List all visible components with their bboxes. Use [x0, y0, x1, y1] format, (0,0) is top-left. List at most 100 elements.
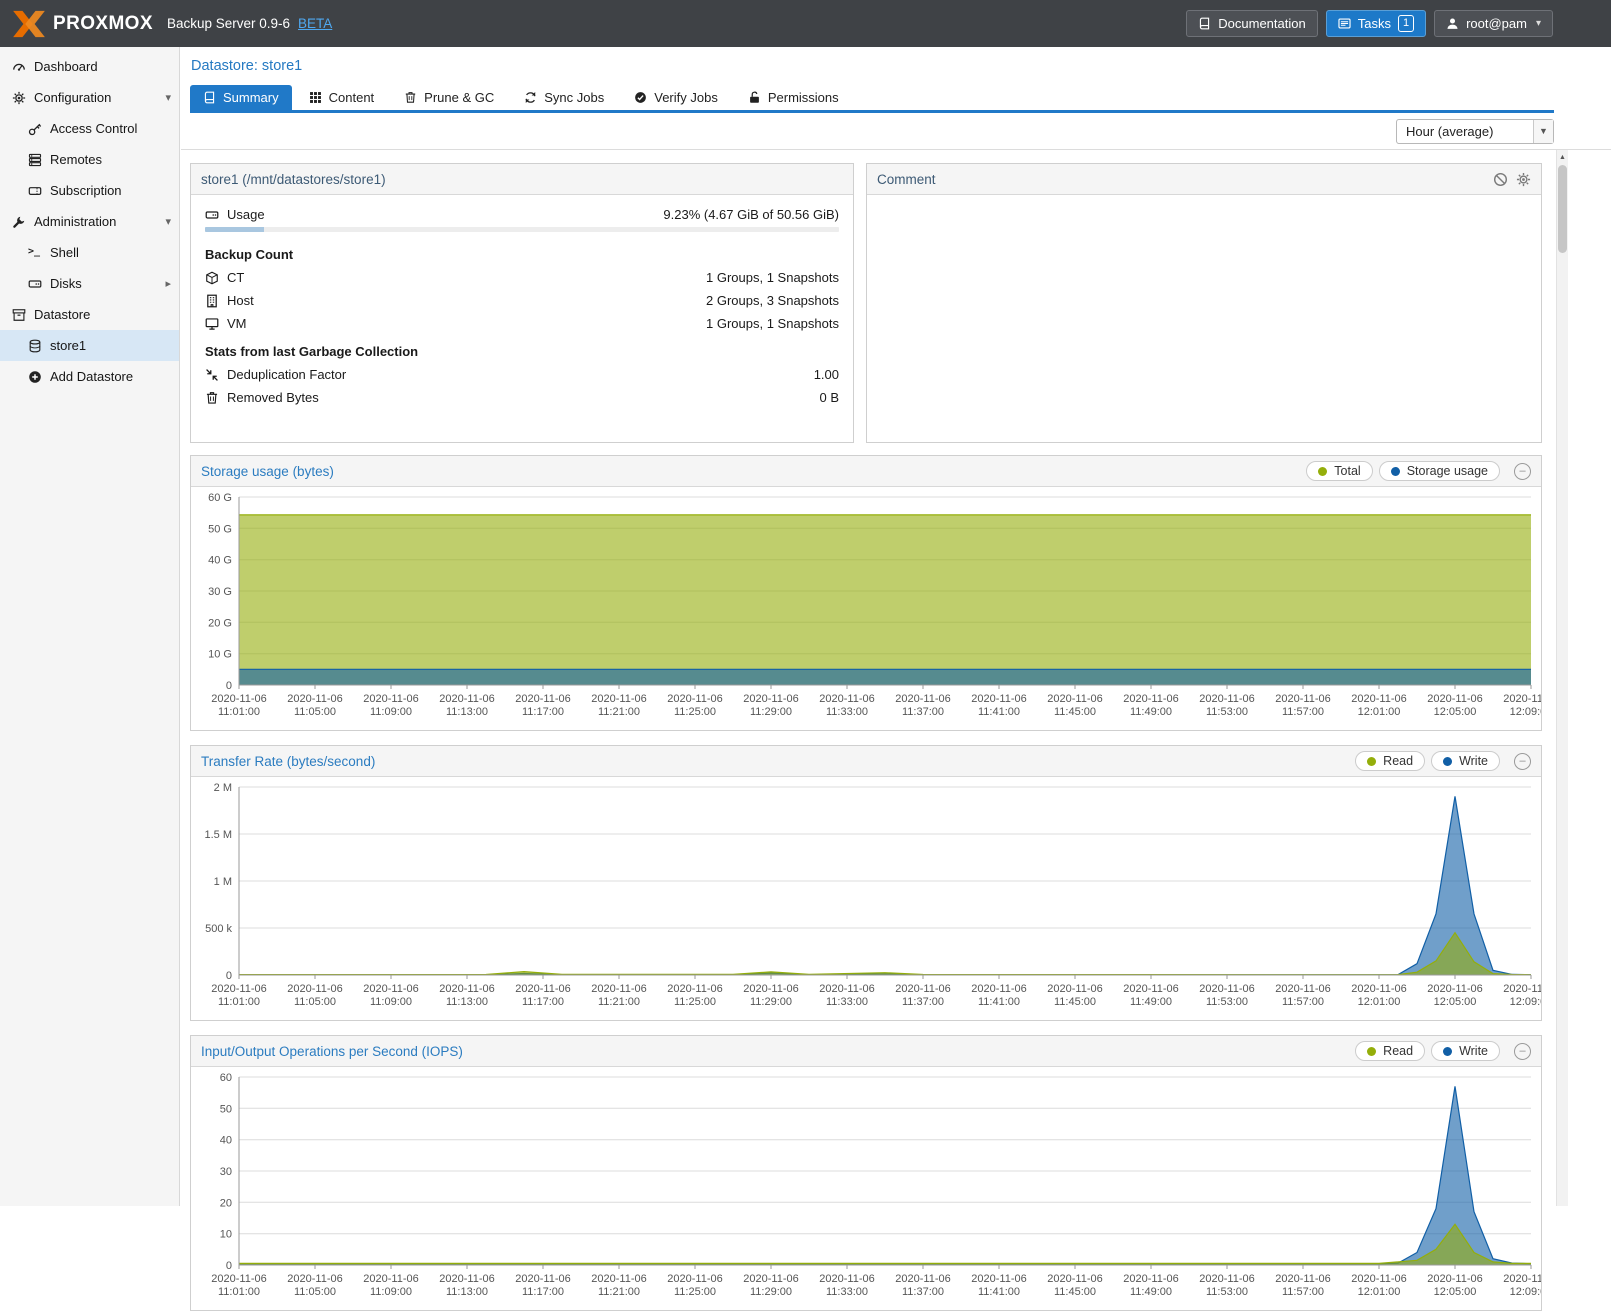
svg-text:30 G: 30 G	[208, 586, 232, 598]
vertical-scrollbar[interactable]: ▲	[1556, 150, 1568, 1206]
sidebar-item-subscription[interactable]: Subscription	[0, 175, 179, 206]
svg-text:11:25:00: 11:25:00	[674, 1286, 716, 1298]
sidebar-item-disks[interactable]: Disks ▸	[0, 268, 179, 299]
svg-text:11:01:00: 11:01:00	[218, 1286, 260, 1298]
gear-icon	[12, 91, 26, 105]
svg-text:2020-11-06: 2020-11-06	[287, 983, 342, 995]
tab-label: Verify Jobs	[654, 90, 718, 105]
archive-icon	[12, 308, 26, 322]
svg-text:2020-11-06: 2020-11-06	[895, 983, 950, 995]
svg-text:2020-11-06: 2020-11-06	[743, 693, 798, 705]
gauge-icon	[12, 60, 26, 74]
svg-text:2020-11-06: 2020-11-06	[211, 693, 266, 705]
svg-text:2020-11-06: 2020-11-06	[1047, 983, 1102, 995]
svg-text:11:37:00: 11:37:00	[902, 706, 944, 718]
ticket-icon	[28, 184, 42, 198]
documentation-button[interactable]: Documentation	[1186, 10, 1317, 37]
legend-item-total[interactable]: Total	[1306, 461, 1372, 481]
panel-title: store1 (/mnt/datastores/store1)	[201, 172, 386, 187]
book-icon	[203, 91, 216, 104]
legend-item-write[interactable]: Write	[1431, 751, 1500, 771]
svg-text:11:01:00: 11:01:00	[218, 706, 260, 718]
svg-text:12:01:00: 12:01:00	[1358, 706, 1401, 718]
legend-label: Write	[1459, 1044, 1488, 1058]
user-label: root@pam	[1466, 16, 1527, 31]
legend-label: Storage usage	[1407, 464, 1488, 478]
collapse-icon[interactable]	[1514, 1043, 1531, 1060]
book-icon	[1198, 17, 1211, 30]
svg-text:2020-11-06: 2020-11-06	[1427, 983, 1482, 995]
svg-text:2020-11-06: 2020-11-06	[819, 693, 874, 705]
svg-text:11:29:00: 11:29:00	[750, 996, 792, 1008]
sidebar-item-label: Disks	[50, 276, 82, 291]
svg-text:2020-11-06: 2020-11-06	[211, 1273, 266, 1285]
building-icon	[205, 294, 219, 308]
sidebar-item-store1[interactable]: store1	[0, 330, 179, 361]
tab-summary[interactable]: Summary	[190, 85, 292, 110]
legend-item-read[interactable]: Read	[1355, 751, 1425, 771]
sidebar-item-remotes[interactable]: Remotes	[0, 144, 179, 175]
legend-dot	[1318, 467, 1327, 476]
tab-sync-jobs[interactable]: Sync Jobs	[511, 85, 617, 110]
trash-icon	[404, 91, 417, 104]
legend-item-write[interactable]: Write	[1431, 1041, 1500, 1061]
gc-value: 0 B	[819, 390, 839, 405]
svg-text:2020-11-06: 2020-11-06	[667, 983, 722, 995]
svg-text:11:41:00: 11:41:00	[978, 706, 1020, 718]
hdd-icon	[28, 277, 42, 291]
svg-text:11:05:00: 11:05:00	[294, 996, 336, 1008]
collapse-icon[interactable]	[1514, 753, 1531, 770]
svg-text:60 G: 60 G	[208, 492, 232, 504]
tab-prune-gc[interactable]: Prune & GC	[391, 85, 507, 110]
sidebar-item-shell[interactable]: >_ Shell	[0, 237, 179, 268]
sidebar-item-configuration[interactable]: Configuration ▾	[0, 82, 179, 113]
sidebar-item-datastore[interactable]: Datastore	[0, 299, 179, 330]
sidebar-item-label: Access Control	[50, 121, 137, 136]
sidebar-item-add-datastore[interactable]: Add Datastore	[0, 361, 179, 392]
sidebar-item-access-control[interactable]: Access Control	[0, 113, 179, 144]
svg-text:11:49:00: 11:49:00	[1130, 1286, 1172, 1298]
gear-icon[interactable]	[1516, 172, 1531, 187]
grid-icon	[309, 91, 322, 104]
svg-text:10: 10	[220, 1229, 232, 1241]
iops-panel: Input/Output Operations per Second (IOPS…	[190, 1035, 1542, 1311]
tab-permissions[interactable]: Permissions	[735, 85, 852, 110]
user-menu-button[interactable]: root@pam ▾	[1434, 10, 1553, 37]
time-range-select[interactable]: Hour (average) ▼	[1396, 119, 1554, 144]
tasks-button[interactable]: Tasks 1	[1326, 10, 1426, 37]
svg-text:2020-11-06: 2020-11-06	[1503, 1273, 1541, 1285]
legend-item-storage-usage[interactable]: Storage usage	[1379, 461, 1500, 481]
legend-dot	[1443, 1047, 1452, 1056]
chart-title: Input/Output Operations per Second (IOPS…	[201, 1044, 463, 1059]
svg-text:11:01:00: 11:01:00	[218, 996, 260, 1008]
scroll-up-arrow[interactable]: ▲	[1557, 150, 1568, 164]
legend-item-read[interactable]: Read	[1355, 1041, 1425, 1061]
server-icon	[28, 153, 42, 167]
comment-body[interactable]	[867, 195, 1541, 211]
svg-text:11:09:00: 11:09:00	[370, 706, 412, 718]
monitor-icon	[205, 317, 219, 331]
count-value: 1 Groups, 1 Snapshots	[706, 270, 839, 285]
svg-text:500 k: 500 k	[205, 923, 232, 935]
sidebar-item-dashboard[interactable]: Dashboard	[0, 51, 179, 82]
vm-count-row: VM 1 Groups, 1 Snapshots	[191, 312, 853, 335]
svg-text:11:29:00: 11:29:00	[750, 706, 792, 718]
svg-text:11:25:00: 11:25:00	[674, 996, 716, 1008]
scrollbar-thumb[interactable]	[1558, 165, 1567, 253]
tab-content[interactable]: Content	[296, 85, 388, 110]
beta-link[interactable]: BETA	[298, 16, 332, 31]
collapse-icon[interactable]	[1514, 463, 1531, 480]
tasks-count-badge: 1	[1398, 15, 1414, 32]
circle-slash-icon[interactable]	[1493, 172, 1508, 187]
tab-bar: Summary Content Prune & GC Sync Jobs Ver…	[190, 85, 1554, 113]
svg-text:2020-11-06: 2020-11-06	[819, 983, 874, 995]
sidebar-item-administration[interactable]: Administration ▾	[0, 206, 179, 237]
legend-label: Write	[1459, 754, 1488, 768]
svg-text:2020-11-06: 2020-11-06	[439, 693, 494, 705]
svg-text:2020-11-06: 2020-11-06	[515, 1273, 570, 1285]
tab-verify-jobs[interactable]: Verify Jobs	[621, 85, 731, 110]
sidebar-item-label: Shell	[50, 245, 79, 260]
panel-title: Comment	[877, 172, 936, 187]
usage-label: Usage	[227, 207, 265, 222]
legend-dot	[1443, 757, 1452, 766]
